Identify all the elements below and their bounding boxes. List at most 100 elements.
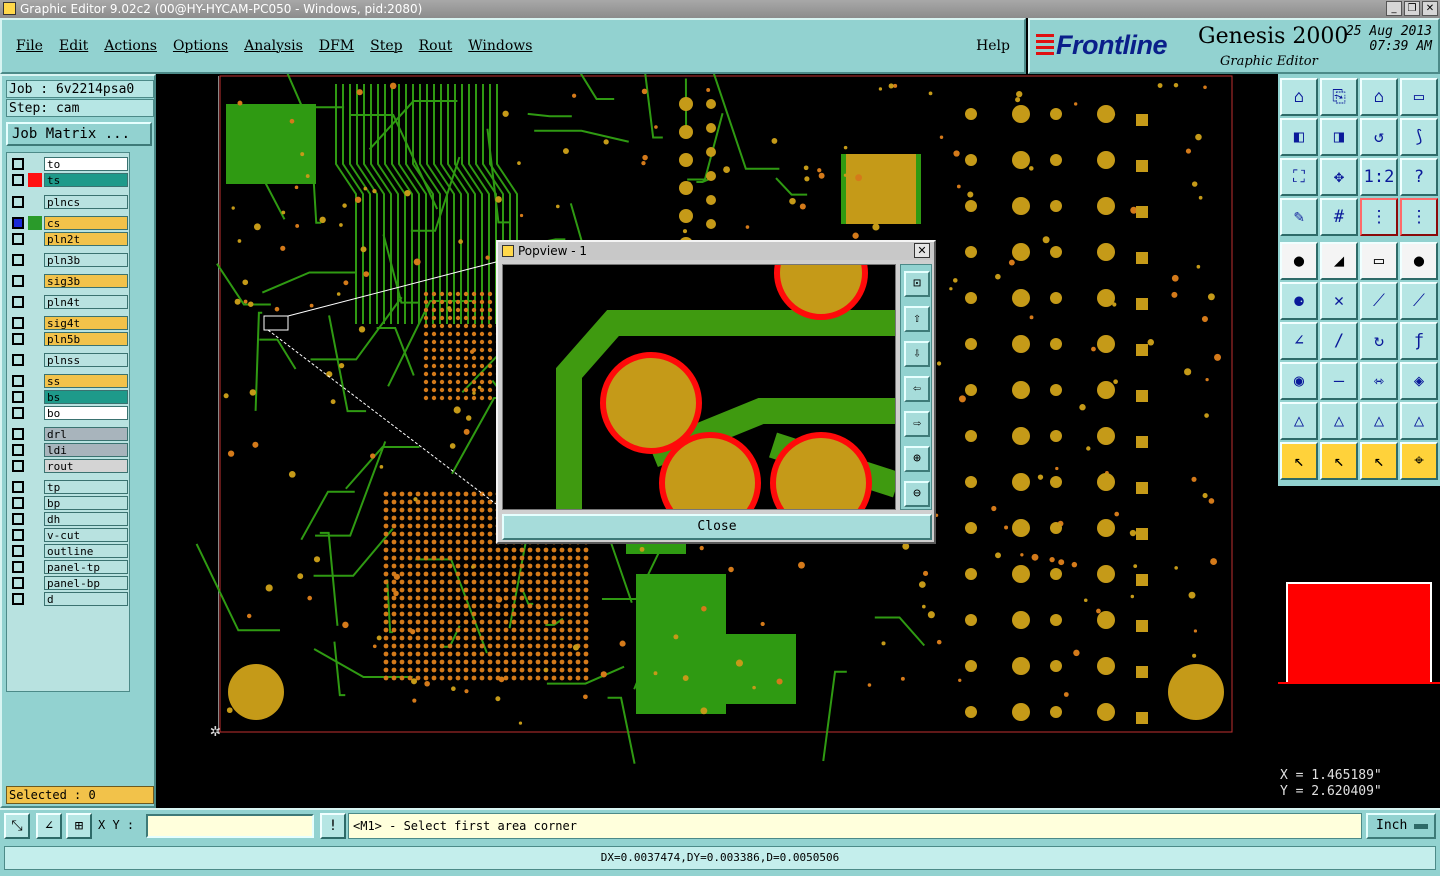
pan-right-icon[interactable]: ⇨ <box>904 411 930 437</box>
layer-row-plncs[interactable]: plncs <box>10 195 128 209</box>
units-selector[interactable]: Inch <box>1366 813 1436 839</box>
triangle-a-icon[interactable]: △ <box>1320 402 1358 440</box>
layer-row-d[interactable]: d <box>10 592 128 606</box>
menu-windows[interactable]: Windows <box>468 38 532 54</box>
menu-file[interactable]: File <box>16 38 43 54</box>
ruler-icon[interactable]: ▭ <box>1360 242 1398 280</box>
layer-checkbox[interactable] <box>12 354 24 366</box>
layer-checkbox[interactable] <box>12 333 24 345</box>
select-icon[interactable]: ↖ <box>1280 442 1318 480</box>
pan-left-icon[interactable]: ◧ <box>1280 118 1318 156</box>
measure-icon[interactable]: ✎ <box>1280 198 1318 236</box>
layer-checkbox[interactable] <box>12 174 24 186</box>
layer-name[interactable]: outline <box>44 544 128 558</box>
layer-row-outline[interactable]: outline <box>10 544 128 558</box>
layer-name[interactable]: bo <box>44 406 128 420</box>
layer-row-panel-bp[interactable]: panel-bp <box>10 576 128 590</box>
minimize-icon[interactable]: _ <box>1386 1 1402 16</box>
dimension-icon[interactable]: ⇿ <box>1360 362 1398 400</box>
node-icon[interactable]: ⚈ <box>1280 282 1318 320</box>
layer-checkbox[interactable] <box>12 375 24 387</box>
pan-right-icon[interactable]: ◨ <box>1320 118 1358 156</box>
layer-checkbox[interactable] <box>12 196 24 208</box>
layer-name[interactable]: plncs <box>44 195 128 209</box>
close-icon[interactable]: ✕ <box>1422 1 1438 16</box>
arrow-points-icon[interactable]: ⟋ <box>1400 282 1438 320</box>
menu-step[interactable]: Step <box>370 38 402 54</box>
overview-map[interactable] <box>1278 486 1440 760</box>
layer-checkbox[interactable] <box>12 254 24 266</box>
flip-icon[interactable]: ↺ <box>1360 118 1398 156</box>
arc-icon[interactable]: ↻ <box>1360 322 1398 360</box>
layer-row-bs[interactable]: bs <box>10 390 128 404</box>
zoom-out-icon[interactable]: ⊖ <box>904 481 930 507</box>
layer-name[interactable]: drl <box>44 427 128 441</box>
grid-snap-icon[interactable]: ⊞ <box>66 813 92 839</box>
layer-checkbox[interactable] <box>12 317 24 329</box>
layer-checkbox[interactable] <box>12 529 24 541</box>
line-icon[interactable]: ◢ <box>1320 242 1358 280</box>
zoom-fit-icon[interactable]: ⊡ <box>904 271 930 297</box>
one-to-two-icon[interactable]: 1:2 <box>1360 158 1398 196</box>
layer-row-sig3b[interactable]: sig3b <box>10 274 128 288</box>
layer-row-pln2t[interactable]: pln2t <box>10 232 128 246</box>
layer-name[interactable]: panel-tp <box>44 560 128 574</box>
layer-checkbox[interactable] <box>12 460 24 472</box>
layer-row-plnss[interactable]: plnss <box>10 353 128 367</box>
menu-rout[interactable]: Rout <box>419 38 453 54</box>
layer-row-v-cut[interactable]: v-cut <box>10 528 128 542</box>
dot-icon[interactable]: ● <box>1400 242 1438 280</box>
layer-name[interactable]: v-cut <box>44 528 128 542</box>
bar-icon[interactable]: — <box>1320 362 1358 400</box>
layer-name[interactable]: bp <box>44 496 128 510</box>
menu-dfm[interactable]: DFM <box>319 38 354 54</box>
layer-row-ldi[interactable]: ldi <box>10 443 128 457</box>
menu-help[interactable]: Help <box>976 38 1010 54</box>
slash-icon[interactable]: / <box>1320 322 1358 360</box>
pan-left-icon[interactable]: ⇦ <box>904 376 930 402</box>
redraw-icon[interactable]: ⎘ <box>1320 78 1358 116</box>
window-icon[interactable]: ▭ <box>1400 78 1438 116</box>
layer-name[interactable]: rout <box>44 459 128 473</box>
layer-checkbox[interactable] <box>12 577 24 589</box>
layer-checkbox[interactable] <box>12 407 24 419</box>
home-view-icon[interactable]: ⌂ <box>1280 78 1318 116</box>
pad-icon[interactable]: ● <box>1280 242 1318 280</box>
layer-row-drl[interactable]: drl <box>10 427 128 441</box>
pan-down-icon[interactable]: ⇩ <box>904 341 930 367</box>
layer-checkbox[interactable] <box>12 444 24 456</box>
layer-name[interactable]: pln5b <box>44 332 128 346</box>
popview-title-bar[interactable]: Popview - 1 ✕ <box>498 242 934 260</box>
layer-row-to[interactable]: to <box>10 157 128 171</box>
text-f-icon[interactable]: ƒ <box>1400 322 1438 360</box>
layer-checkbox[interactable] <box>12 428 24 440</box>
layer-row-dh[interactable]: dh <box>10 512 128 526</box>
layer-name[interactable]: ts <box>44 173 128 187</box>
triangle-b-icon[interactable]: △ <box>1360 402 1398 440</box>
select-path-icon[interactable]: ⌖ <box>1400 442 1438 480</box>
popview-close-icon[interactable]: ✕ <box>914 243 930 258</box>
layer-name[interactable]: sig3b <box>44 274 128 288</box>
layer-name[interactable]: panel-bp <box>44 576 128 590</box>
job-matrix-button[interactable]: Job Matrix ... <box>6 122 152 146</box>
layer-name[interactable]: cs <box>44 216 128 230</box>
layer-name[interactable]: d <box>44 592 128 606</box>
layer-row-ss[interactable]: ss <box>10 374 128 388</box>
layer-row-cs[interactable]: cs <box>10 216 128 230</box>
layer-name[interactable]: ss <box>44 374 128 388</box>
triangle-c-icon[interactable]: △ <box>1400 402 1438 440</box>
cross-icon[interactable]: ✕ <box>1320 282 1358 320</box>
layer-row-sig4t[interactable]: sig4t <box>10 316 128 330</box>
layer-name[interactable]: bs <box>44 390 128 404</box>
zoom-center-icon[interactable]: ✥ <box>1320 158 1358 196</box>
layer-name[interactable]: dh <box>44 512 128 526</box>
shape-icon[interactable]: ◈ <box>1400 362 1438 400</box>
zoom-fit-icon[interactable]: ⛶ <box>1280 158 1318 196</box>
menu-edit[interactable]: Edit <box>59 38 88 54</box>
menu-actions[interactable]: Actions <box>104 38 157 54</box>
line-points-icon[interactable]: ⟋ <box>1360 282 1398 320</box>
layer-red2-icon[interactable]: ⋮ <box>1400 198 1438 236</box>
layer-name[interactable]: sig4t <box>44 316 128 330</box>
popview-viewport[interactable] <box>502 264 896 510</box>
layer-checkbox[interactable] <box>12 217 24 229</box>
